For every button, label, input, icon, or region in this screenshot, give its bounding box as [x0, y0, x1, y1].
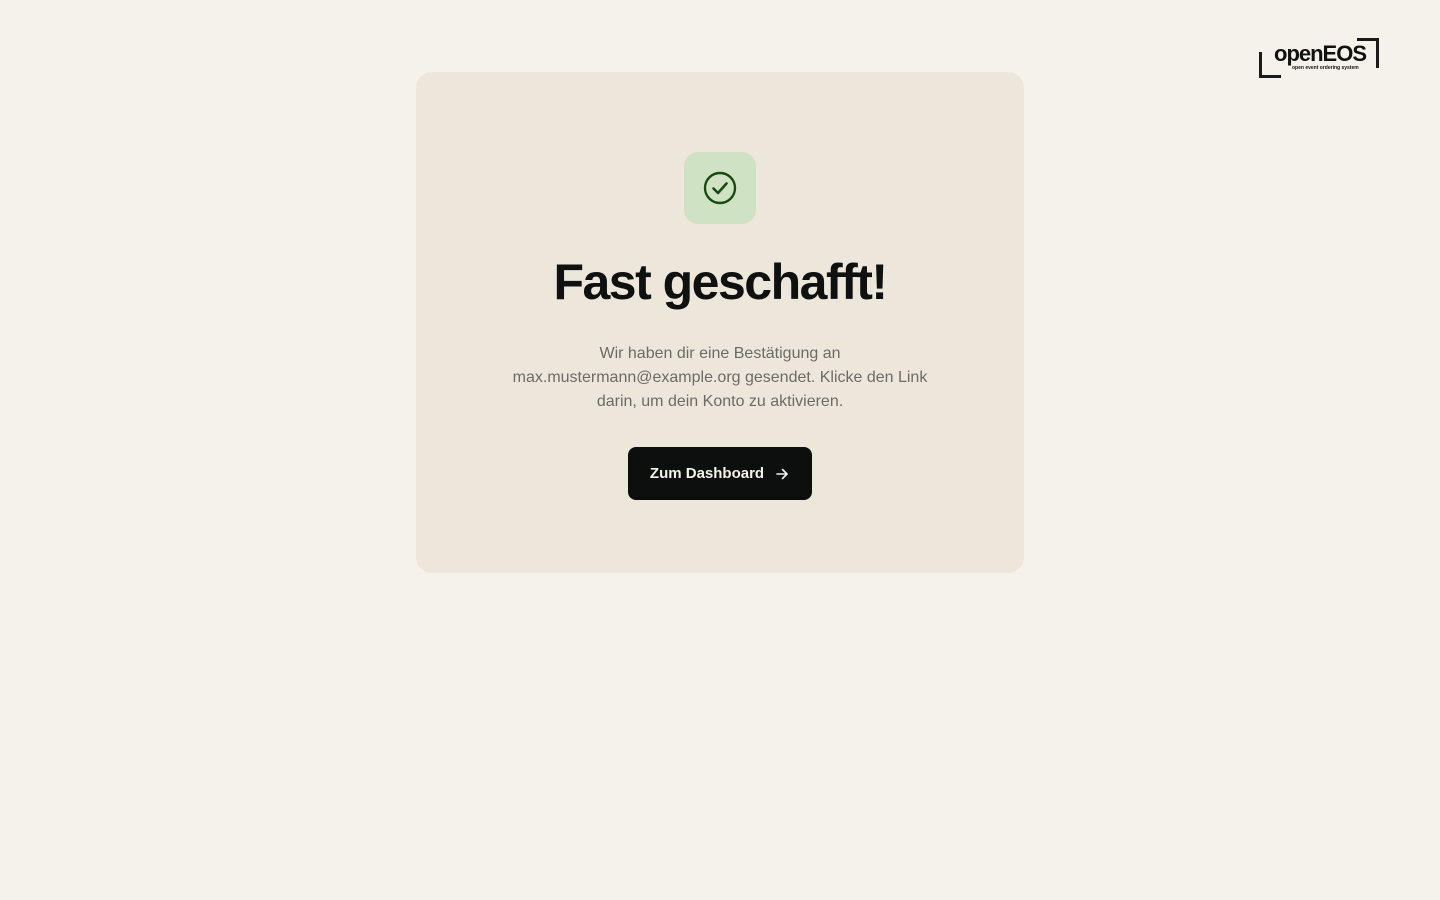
check-circle-icon	[703, 171, 737, 205]
page-title: Fast geschafft!	[553, 254, 888, 310]
confirmation-card: Fast geschafft! Wir haben dir eine Bestä…	[416, 72, 1024, 573]
success-badge	[684, 152, 756, 224]
arrow-right-icon	[776, 468, 788, 479]
dashboard-button[interactable]: Zum Dashboard	[627, 447, 813, 500]
dashboard-button-label: Zum Dashboard	[649, 465, 765, 482]
confirmation-message: Wir haben dir eine Bestätigung an max.mu…	[512, 345, 928, 410]
logo-wordmark: openEOS	[1274, 41, 1367, 66]
openeos-logo: openEOS open event ordering system	[1259, 38, 1379, 78]
logo-tagline: open event ordering system	[1292, 65, 1359, 71]
